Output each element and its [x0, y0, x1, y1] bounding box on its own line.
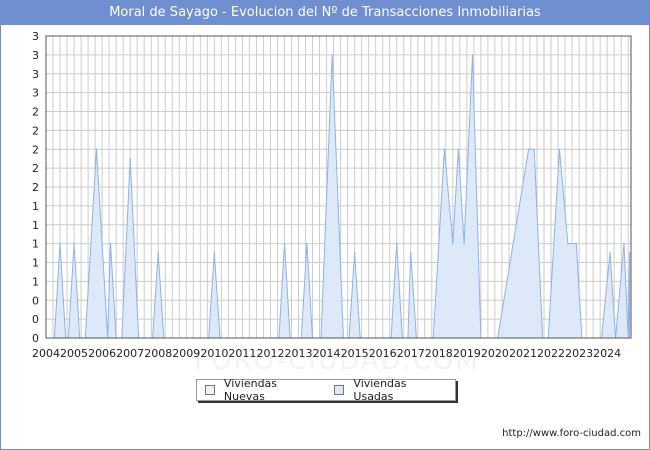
x-tick-label: 2016	[369, 347, 397, 360]
x-tick-label: 2005	[60, 347, 88, 360]
data-point	[527, 148, 530, 151]
y-tick-label: 3	[32, 30, 39, 43]
data-point	[533, 148, 536, 151]
legend: Viviendas Nuevas Viviendas Usadas	[196, 377, 456, 403]
y-tick-label: 2	[32, 124, 39, 137]
x-tick-label: 2011	[228, 347, 256, 360]
x-tick-label: 2020	[481, 347, 509, 360]
source-link[interactable]: http://www.foro-ciudad.com	[502, 428, 641, 439]
x-tick-label: 2018	[425, 347, 453, 360]
y-tick-label: 1	[32, 238, 39, 251]
x-tick-label: 2012	[256, 347, 284, 360]
x-tick-label: 2023	[565, 347, 593, 360]
data-point	[353, 252, 356, 254]
x-tick-label: 2024	[593, 347, 621, 360]
data-point	[609, 252, 611, 254]
data-point	[457, 148, 460, 151]
legend-label-usadas: Viviendas Usadas	[353, 377, 407, 403]
data-point	[471, 54, 474, 56]
data-point	[59, 242, 61, 245]
y-tick-label: 2	[32, 162, 39, 175]
x-tick-label: 2022	[537, 347, 565, 360]
x-tick-label: 2021	[509, 347, 537, 360]
y-tick-label: 0	[32, 313, 39, 326]
legend-label-nuevas: Viviendas Nuevas	[223, 377, 278, 403]
area-viviendas-usadas	[53, 54, 631, 339]
legend-swatch-usadas	[334, 385, 345, 395]
data-point	[463, 242, 465, 245]
y-axis-ticks: 0 0 0 1 1 1 1 1 2 2 2 2 2 3 3 3 3	[32, 30, 39, 345]
y-tick-label: 1	[32, 219, 39, 232]
data-point	[567, 242, 569, 245]
data-point	[452, 242, 454, 245]
data-point	[558, 148, 561, 151]
chart-frame: Moral de Sayago - Evolucion del Nº de Tr…	[0, 0, 650, 450]
data-point	[575, 242, 578, 245]
data-point	[95, 148, 98, 151]
x-tick-label: 2015	[341, 347, 369, 360]
data-point	[623, 242, 625, 245]
x-tick-label: 2007	[116, 347, 144, 360]
y-tick-label: 2	[32, 106, 39, 119]
data-point	[395, 242, 398, 245]
data-point	[283, 242, 286, 245]
data-point	[306, 242, 308, 245]
data-point	[331, 54, 333, 56]
y-tick-label: 1	[32, 200, 39, 213]
data-point	[443, 148, 446, 151]
y-tick-label: 2	[32, 143, 39, 156]
y-tick-label: 2	[32, 181, 39, 194]
y-tick-label: 1	[32, 257, 39, 270]
x-tick-label: 2014	[313, 347, 341, 360]
data-point	[129, 157, 131, 160]
data-point	[109, 242, 112, 245]
x-axis-ticks: 2004 2005 2006 2007 2008 2009 2010 2011 2012 2013…	[32, 347, 621, 360]
y-tick-label: 3	[32, 68, 39, 81]
x-tick-label: 2004	[32, 347, 60, 360]
data-point	[157, 252, 160, 254]
y-tick-label: 1	[32, 275, 39, 288]
data-point	[409, 252, 412, 254]
x-tick-label: 2013	[285, 347, 313, 360]
x-tick-label: 2017	[397, 347, 425, 360]
y-tick-label: 0	[32, 294, 39, 307]
y-tick-label: 3	[32, 87, 39, 100]
data-point	[213, 252, 216, 254]
x-tick-label: 2010	[200, 347, 228, 360]
data-point	[73, 242, 75, 245]
legend-item-usadas[interactable]: Viviendas Usadas	[334, 377, 449, 403]
data-point	[628, 252, 631, 254]
x-tick-label: 2008	[144, 347, 172, 360]
legend-item-nuevas[interactable]: Viviendas Nuevas	[205, 377, 320, 403]
y-tick-label: 3	[32, 49, 39, 62]
x-tick-label: 2019	[453, 347, 481, 360]
x-tick-label: 2009	[172, 347, 200, 360]
legend-swatch-nuevas	[205, 385, 215, 395]
y-tick-label: 0	[32, 332, 39, 345]
x-tick-label: 2006	[88, 347, 116, 360]
